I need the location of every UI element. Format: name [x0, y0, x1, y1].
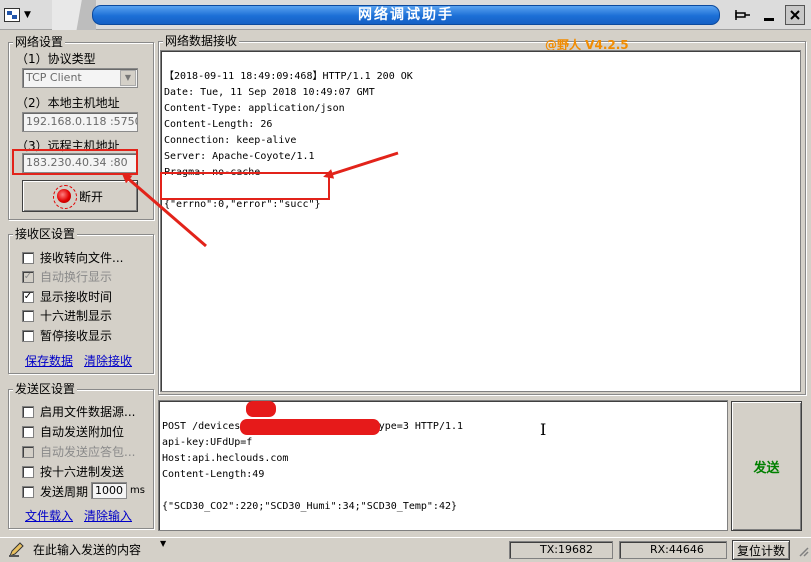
- protocol-select[interactable]: TCP Client ▼: [22, 68, 138, 88]
- pin-icon[interactable]: [733, 5, 753, 25]
- recv-area-title: 网络数据接收: [163, 34, 240, 48]
- send-period-input[interactable]: 1000: [91, 482, 127, 499]
- network-app-icon: [4, 8, 20, 22]
- recv-option-show-time[interactable]: ✓ 显示接收时间: [22, 288, 112, 305]
- checkbox[interactable]: [22, 405, 34, 418]
- send-option-file-source[interactable]: 启用文件数据源...: [22, 403, 135, 420]
- send-line: api-key:UFdUp=f: [162, 437, 253, 448]
- text-cursor-icon: I: [540, 420, 547, 439]
- recv-line: Server: Apache-Coyote/1.1: [164, 151, 315, 162]
- send-option-period[interactable]: 发送周期: [22, 483, 88, 500]
- minimize-button[interactable]: [759, 5, 779, 25]
- annotation-remote-host-box: [12, 149, 138, 175]
- load-file-link[interactable]: 文件载入: [25, 507, 73, 524]
- clear-input-link[interactable]: 清除输入: [84, 507, 132, 524]
- recv-option-pause-display[interactable]: 暂停接收显示: [22, 327, 112, 344]
- send-button-label: 发送: [753, 460, 780, 476]
- receive-output[interactable]: 【2018-09-11 18:49:09:468】HTTP/1.1 200 OK…: [160, 50, 801, 392]
- resize-arrow-icon: ▼: [160, 539, 167, 548]
- title-bar: ▼ 网络调试助手: [0, 0, 811, 30]
- reset-count-button[interactable]: 复位计数: [732, 540, 790, 560]
- recv-option-redirect-file[interactable]: 接收转向文件...: [22, 249, 123, 266]
- chevron-down-icon: ▼: [24, 10, 31, 20]
- annotation-response-box: [160, 172, 330, 200]
- protocol-label: （1）协议类型: [16, 52, 96, 66]
- protocol-value: TCP Client: [26, 71, 82, 84]
- title-decoration: [52, 0, 96, 30]
- recv-settings-title: 接收区设置: [13, 227, 78, 241]
- checkbox[interactable]: [22, 329, 34, 342]
- send-line: Host:api.heclouds.com: [162, 453, 289, 464]
- recv-option-auto-wrap[interactable]: ✓ 自动换行显示: [22, 268, 112, 285]
- close-button[interactable]: [785, 5, 805, 25]
- send-button[interactable]: 发送: [731, 401, 802, 531]
- system-menu[interactable]: ▼: [4, 6, 48, 24]
- chevron-down-icon[interactable]: ▼: [120, 70, 136, 86]
- checkbox[interactable]: [22, 485, 34, 498]
- send-settings-title: 发送区设置: [13, 382, 78, 396]
- recv-line: Connection: keep-alive: [164, 135, 297, 146]
- send-line: ​: [162, 483, 724, 499]
- local-host-label: （2）本地主机地址: [16, 96, 120, 110]
- status-hint: 在此输入发送的内容: [33, 543, 142, 557]
- redacted-device-id: [246, 401, 276, 417]
- checkbox[interactable]: [22, 425, 34, 438]
- recv-line: Content-Type: application/json: [164, 103, 345, 114]
- recv-line: Content-Length: 26: [164, 119, 273, 130]
- check-icon[interactable]: ✓: [22, 270, 34, 283]
- save-data-link[interactable]: 保存数据: [25, 352, 73, 369]
- checkbox[interactable]: [22, 251, 34, 264]
- disconnect-label: 断开: [78, 189, 103, 204]
- recv-option-hex-display[interactable]: 十六进制显示: [22, 307, 112, 324]
- send-period-unit: ms: [130, 485, 145, 496]
- recv-line: 【2018-09-11 18:49:09:468】HTTP/1.1 200 OK: [164, 71, 413, 82]
- send-option-auto-reply[interactable]: 自动发送应答包...: [22, 443, 135, 460]
- redacted-api-key: [240, 419, 380, 435]
- send-line: Content-Length:49: [162, 469, 265, 480]
- send-option-append-bit[interactable]: 自动发送附加位: [22, 423, 124, 440]
- resize-grip-icon[interactable]: [797, 545, 809, 560]
- tx-counter: TX:19682: [509, 541, 613, 559]
- local-host-input[interactable]: 192.168.0.118 :57503: [22, 112, 138, 132]
- checkbox[interactable]: [22, 465, 34, 478]
- disconnect-button[interactable]: 断开: [22, 180, 138, 212]
- reset-count-label: 复位计数: [736, 543, 785, 558]
- net-settings-title: 网络设置: [13, 35, 66, 49]
- status-bar: 在此输入发送的内容 ▼ TX:19682 RX:44646 复位计数: [0, 537, 811, 562]
- connection-status-icon: [52, 185, 77, 209]
- window-title: 网络调试助手: [92, 5, 720, 25]
- send-line: {"SCD30_CO2":220;"SCD30_Humi":34;"SCD30_…: [162, 501, 458, 512]
- edit-icon: [8, 542, 26, 561]
- checkbox[interactable]: [22, 309, 34, 322]
- clear-receive-link[interactable]: 清除接收: [84, 352, 132, 369]
- recv-line: Date: Tue, 11 Sep 2018 10:49:07 GMT: [164, 87, 375, 98]
- checkbox[interactable]: [22, 445, 34, 458]
- rx-counter: RX:44646: [619, 541, 727, 559]
- send-option-hex-send[interactable]: 按十六进制发送: [22, 463, 124, 480]
- check-icon[interactable]: ✓: [22, 290, 34, 303]
